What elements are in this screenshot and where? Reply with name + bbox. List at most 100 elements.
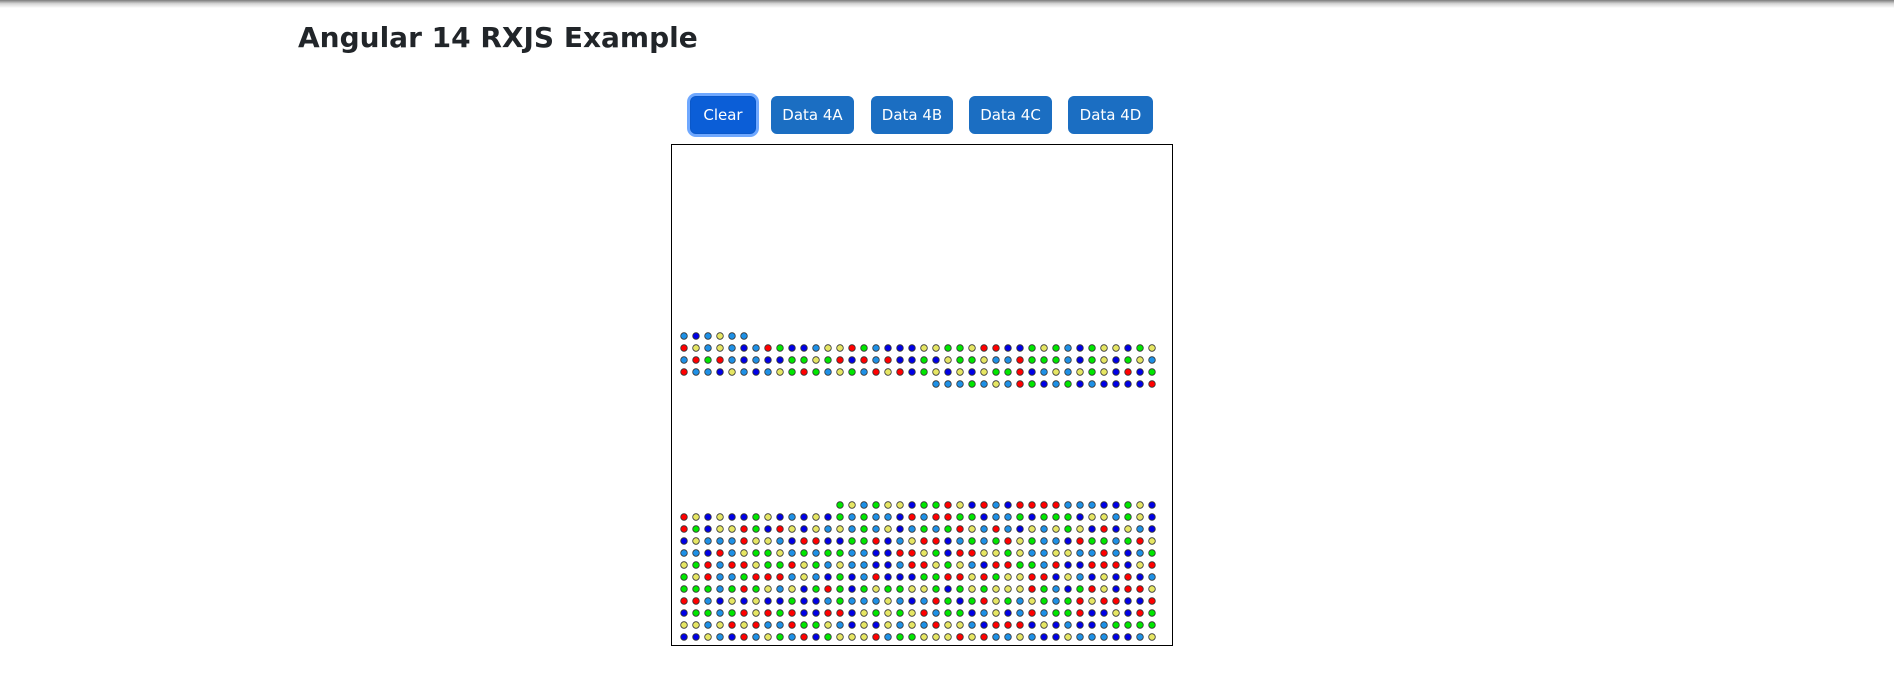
canvas-dot bbox=[1004, 597, 1012, 605]
canvas-dot bbox=[980, 633, 988, 641]
canvas-dot bbox=[704, 513, 712, 521]
canvas-dot bbox=[1148, 561, 1156, 569]
canvas-dot bbox=[740, 344, 748, 352]
canvas-dot bbox=[1124, 344, 1132, 352]
canvas-dot bbox=[704, 344, 712, 352]
canvas-dot bbox=[1016, 356, 1024, 364]
canvas-dot bbox=[752, 525, 760, 533]
canvas-dot bbox=[740, 633, 748, 641]
canvas-dot bbox=[728, 633, 736, 641]
canvas-dot bbox=[704, 549, 712, 557]
canvas-dot bbox=[1040, 501, 1048, 509]
canvas-dot bbox=[968, 537, 976, 545]
data-4c-button[interactable]: Data 4C bbox=[969, 96, 1052, 134]
canvas-dot bbox=[1004, 585, 1012, 593]
canvas-dot bbox=[860, 621, 868, 629]
canvas-dot bbox=[692, 332, 700, 340]
canvas-dot bbox=[956, 380, 964, 388]
canvas-dot bbox=[1076, 356, 1084, 364]
canvas-dot bbox=[812, 525, 820, 533]
canvas-dot bbox=[992, 597, 1000, 605]
data-4b-button[interactable]: Data 4B bbox=[871, 96, 953, 134]
canvas-dot bbox=[1040, 633, 1048, 641]
canvas-dot bbox=[908, 573, 916, 581]
canvas-dot bbox=[824, 633, 832, 641]
canvas-dot bbox=[716, 609, 724, 617]
canvas-dot bbox=[992, 609, 1000, 617]
canvas-dot bbox=[920, 344, 928, 352]
canvas-dot bbox=[1052, 621, 1060, 629]
canvas-dot bbox=[956, 621, 964, 629]
canvas-dot bbox=[1016, 513, 1024, 521]
canvas-dot bbox=[1040, 573, 1048, 581]
canvas-dot bbox=[752, 585, 760, 593]
canvas-dot bbox=[800, 525, 808, 533]
canvas-dot bbox=[932, 537, 940, 545]
canvas-dot bbox=[716, 597, 724, 605]
canvas-dot bbox=[812, 344, 820, 352]
canvas-dot bbox=[1136, 573, 1144, 581]
canvas-dot bbox=[800, 621, 808, 629]
canvas-dot bbox=[944, 633, 952, 641]
canvas-dot bbox=[680, 356, 688, 364]
canvas-dot bbox=[992, 633, 1000, 641]
data-4d-button[interactable]: Data 4D bbox=[1068, 96, 1153, 134]
clear-button[interactable]: Clear bbox=[690, 96, 756, 134]
canvas-dot bbox=[764, 537, 772, 545]
canvas-dot bbox=[764, 585, 772, 593]
canvas-dot bbox=[1028, 621, 1036, 629]
canvas-dot bbox=[1064, 585, 1072, 593]
canvas-dot bbox=[800, 344, 808, 352]
canvas-dot bbox=[1052, 368, 1060, 376]
canvas-dot bbox=[860, 356, 868, 364]
canvas-dot bbox=[908, 344, 916, 352]
canvas-dot bbox=[1136, 501, 1144, 509]
canvas-dot bbox=[1124, 585, 1132, 593]
canvas-dot bbox=[1100, 501, 1108, 509]
canvas-dot bbox=[776, 356, 784, 364]
canvas-dot bbox=[692, 633, 700, 641]
canvas-dot bbox=[968, 525, 976, 533]
canvas-dot bbox=[956, 513, 964, 521]
canvas-dot bbox=[680, 332, 688, 340]
canvas-dot bbox=[848, 537, 856, 545]
canvas-dot bbox=[824, 561, 832, 569]
canvas-dot bbox=[680, 537, 688, 545]
canvas-dot bbox=[860, 597, 868, 605]
canvas-dot bbox=[680, 561, 688, 569]
canvas-dot bbox=[1136, 356, 1144, 364]
canvas-dot bbox=[1088, 380, 1096, 388]
canvas-dot bbox=[1004, 573, 1012, 581]
canvas-dot bbox=[992, 561, 1000, 569]
canvas-dot bbox=[752, 513, 760, 521]
canvas-dot bbox=[716, 633, 724, 641]
canvas-dot bbox=[692, 561, 700, 569]
canvas-dot bbox=[1076, 597, 1084, 605]
canvas-dot bbox=[872, 513, 880, 521]
canvas-dot bbox=[932, 380, 940, 388]
canvas-dot bbox=[1100, 525, 1108, 533]
canvas-dot bbox=[884, 525, 892, 533]
canvas-dot bbox=[896, 573, 904, 581]
canvas-dot bbox=[1004, 513, 1012, 521]
data-4a-button[interactable]: Data 4A bbox=[771, 96, 854, 134]
canvas-dot bbox=[944, 368, 952, 376]
canvas-dot bbox=[776, 573, 784, 581]
canvas-dot bbox=[1076, 621, 1084, 629]
canvas-dot bbox=[836, 573, 844, 581]
canvas-dot bbox=[1136, 344, 1144, 352]
canvas-dot bbox=[800, 597, 808, 605]
canvas-dot bbox=[1136, 513, 1144, 521]
canvas-dot bbox=[944, 561, 952, 569]
canvas-dot bbox=[1028, 561, 1036, 569]
canvas-dot bbox=[896, 513, 904, 521]
canvas-dot bbox=[932, 585, 940, 593]
canvas-dot bbox=[1136, 525, 1144, 533]
canvas-dot bbox=[968, 380, 976, 388]
canvas-dot bbox=[692, 356, 700, 364]
canvas-dot bbox=[872, 525, 880, 533]
canvas-dot bbox=[872, 585, 880, 593]
canvas-dot bbox=[812, 549, 820, 557]
canvas-dot bbox=[1148, 356, 1156, 364]
canvas-dot bbox=[764, 344, 772, 352]
